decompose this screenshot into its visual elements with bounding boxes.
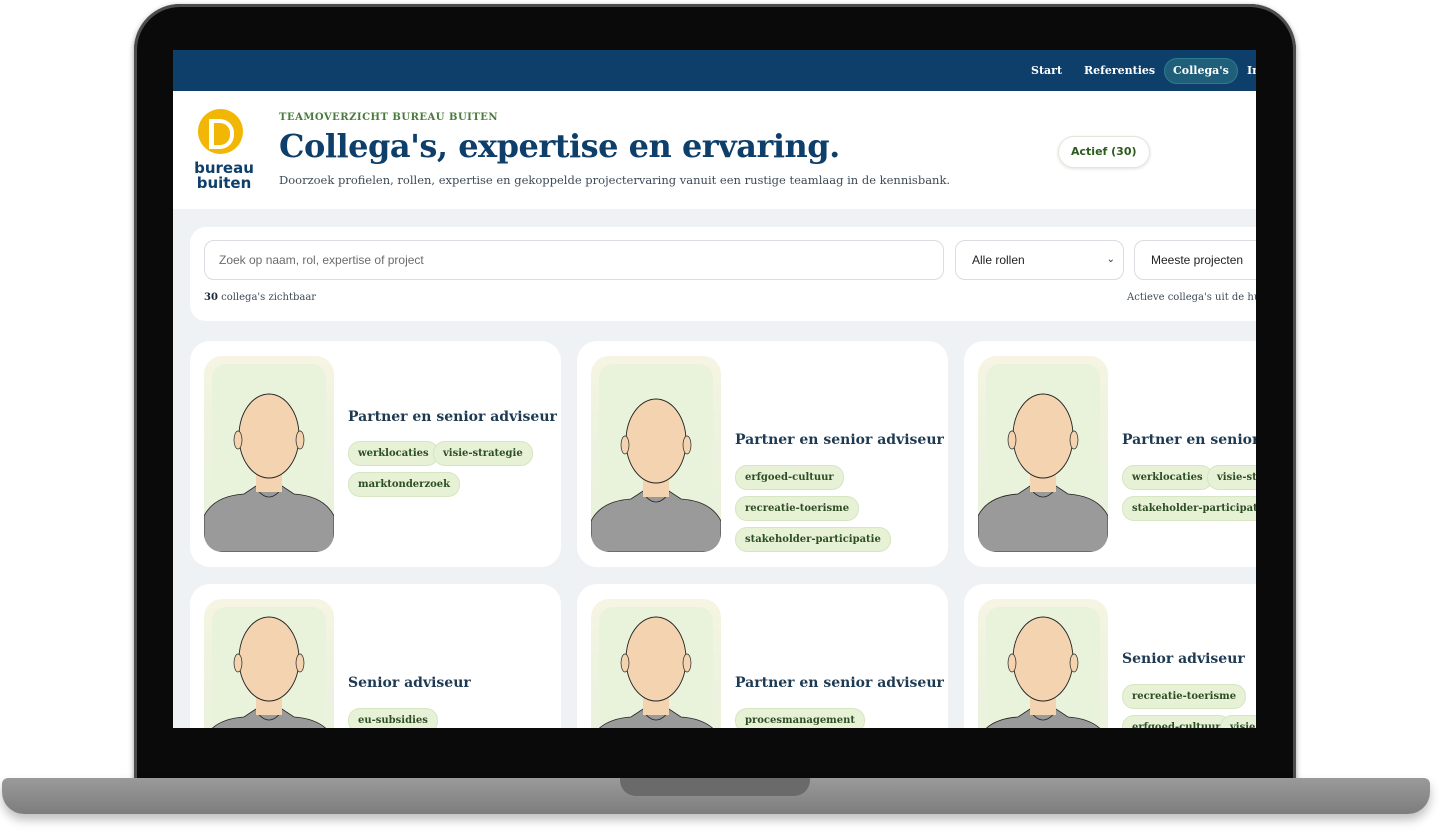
colleague-card[interactable]: Partner en senior adviseur procesmanagem… (577, 584, 948, 728)
nav-collegas[interactable]: Collega's (1164, 58, 1238, 84)
nav-referenties[interactable]: Referenties (1084, 58, 1155, 84)
expertise-tag[interactable]: recreatie-toerisme (1122, 684, 1247, 709)
expertise-tag[interactable]: werklocaties (348, 441, 439, 466)
card-role: Partner en senior adviseur (348, 409, 557, 425)
colleague-card[interactable]: Senior adviseur eu-subsidies (190, 584, 561, 728)
colleague-card[interactable]: Senior adviseur recreatie-toerisme erfgo… (964, 584, 1256, 728)
avatar (591, 356, 721, 552)
role-select-value: Alle rollen (972, 253, 1025, 267)
expertise-tag[interactable]: eu-subsidies (348, 708, 438, 728)
role-select[interactable]: Alle rollen ⌄ (955, 240, 1124, 280)
logo-icon[interactable] (198, 109, 243, 154)
avatar (204, 599, 334, 728)
page-title: Collega's, expertise en ervaring. (279, 127, 840, 165)
logo-text[interactable]: bureau buiten (189, 161, 259, 191)
expertise-tag[interactable]: marktonderzoek (348, 472, 461, 497)
colleague-card[interactable]: Partner en senior adviseur erfgoed-cultu… (577, 341, 948, 567)
expertise-tag[interactable]: visie-strategie (433, 441, 533, 466)
page-subtitle: Doorzoek profielen, rollen, expertise en… (279, 173, 951, 187)
visible-count: 30 collega's zichtbaar (204, 292, 316, 303)
chevron-down-icon: ⌄ (1106, 254, 1115, 265)
visible-count-text: collega's zichtbaar (217, 292, 317, 303)
colleague-card[interactable]: Partner en senior adviseur werklocaties … (190, 341, 561, 567)
card-role: Senior adviseur (348, 675, 471, 691)
nav-start[interactable]: Start (1031, 58, 1062, 84)
active-note: Actieve collega's uit de hui (1127, 292, 1256, 303)
laptop-notch (620, 778, 810, 796)
sort-select[interactable]: Meeste projecten (1134, 240, 1256, 280)
expertise-tag[interactable]: erfgoed-cultuur (735, 465, 844, 490)
sort-select-value: Meeste projecten (1151, 253, 1244, 267)
expertise-tag[interactable]: stakeholder-participatie (735, 527, 891, 552)
card-role: Partner en senior adviseur (735, 675, 944, 691)
expertise-tag[interactable]: erfgoed-cultuur (1122, 715, 1231, 728)
card-role: Partner en senior adviseur (735, 432, 944, 448)
avatar (591, 599, 721, 728)
eyebrow-label: TEAMOVERZICHT BUREAU BUITEN (279, 112, 499, 123)
expertise-tag[interactable]: werklocaties (1122, 465, 1213, 490)
avatar (978, 356, 1108, 552)
colleague-card[interactable]: Partner en senior a werklocaties visie-s… (964, 341, 1256, 567)
visible-count-number: 30 (204, 292, 218, 303)
expertise-tag[interactable]: recreatie-toerisme (735, 496, 860, 521)
top-navigation: Start Referenties Collega's In (173, 50, 1256, 91)
expertise-tag[interactable]: visie (1220, 715, 1256, 728)
page-header: bureau buiten TEAMOVERZICHT BUREAU BUITE… (173, 91, 1256, 209)
nav-in[interactable]: In (1247, 58, 1256, 84)
expertise-tag[interactable]: procesmanagement (735, 708, 866, 728)
expertise-tag[interactable]: stakeholder-participatie (1122, 496, 1256, 521)
screen: Start Referenties Collega's In bureau bu… (173, 50, 1256, 728)
card-role: Senior adviseur (1122, 651, 1245, 667)
avatar (978, 599, 1108, 728)
card-role: Partner en senior a (1122, 432, 1256, 448)
expertise-tag[interactable]: visie-str (1207, 465, 1256, 490)
search-input[interactable] (204, 240, 944, 280)
active-count-badge[interactable]: Actief (30) (1058, 136, 1150, 168)
filter-panel: Alle rollen ⌄ Meeste projecten 30 colleg… (190, 227, 1256, 321)
avatar (204, 356, 334, 552)
